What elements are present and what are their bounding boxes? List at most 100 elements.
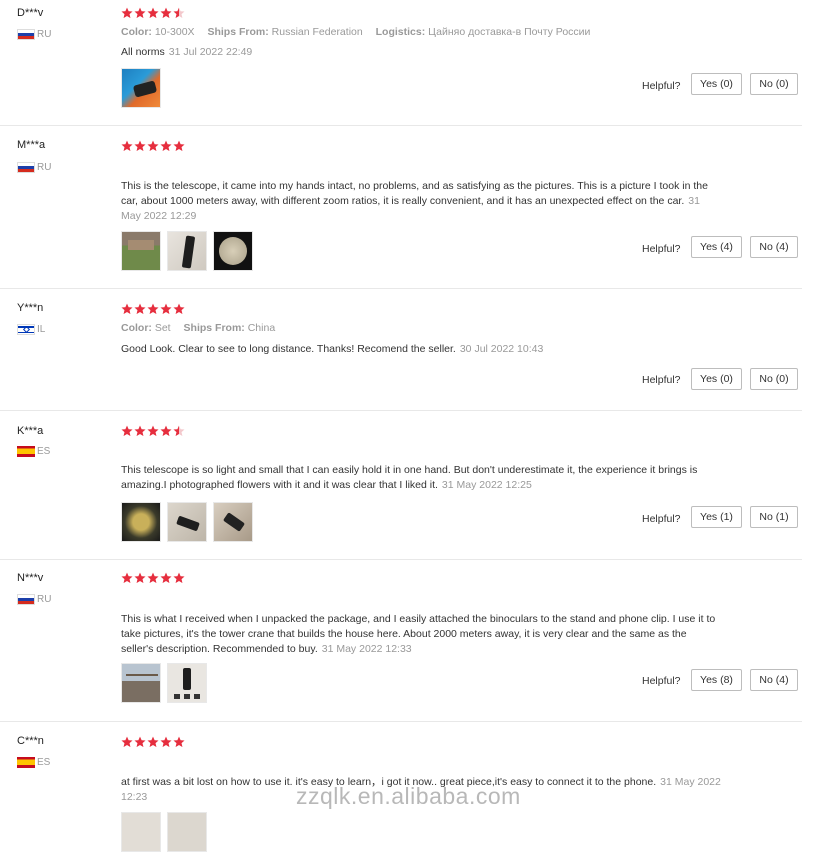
- review-item: D***v RU Color: 10-300X Ships From: Russ…: [0, 0, 802, 126]
- helpful-yes-button[interactable]: Yes (1): [691, 506, 742, 528]
- review-photo[interactable]: [121, 502, 161, 542]
- helpful-yes-button[interactable]: Yes (4): [691, 236, 742, 258]
- review-text: This is the telescope, it came into my h…: [121, 179, 721, 224]
- star-icon: [121, 572, 133, 584]
- russia-flag-icon: [17, 162, 35, 173]
- helpful-no-button[interactable]: No (4): [750, 236, 798, 258]
- country-code: RU: [37, 594, 52, 605]
- sku-info: Color: 10-300X Ships From: Russian Feder…: [121, 26, 600, 38]
- review-text: Good Look. Clear to see to long distance…: [121, 342, 721, 357]
- helpful-yes-button[interactable]: Yes (0): [691, 368, 742, 390]
- israel-flag-icon: [17, 324, 35, 335]
- review-body: All norms: [121, 46, 165, 58]
- star-icon: [134, 140, 146, 152]
- review-date: 31 May 2022 12:33: [321, 643, 412, 655]
- star-rating: [121, 303, 185, 315]
- star-icon: [160, 303, 172, 315]
- review-photo[interactable]: [167, 231, 207, 271]
- review-photo[interactable]: [121, 68, 161, 108]
- reviewer-name: K***a: [17, 425, 44, 437]
- star-icon: [173, 140, 185, 152]
- star-rating: [121, 736, 185, 748]
- meta-value: China: [247, 322, 276, 334]
- review-text: This is what I received when I unpacked …: [121, 612, 721, 657]
- star-icon: [121, 736, 133, 748]
- review-photo[interactable]: [213, 231, 253, 271]
- meta-value: Цайняо доставка-в Почту России: [428, 26, 591, 38]
- star-icon: [173, 7, 185, 19]
- helpful-label: Helpful?: [642, 374, 681, 386]
- star-icon: [147, 140, 159, 152]
- review-body: This is the telescope, it came into my h…: [121, 180, 708, 207]
- russia-flag-icon: [17, 594, 35, 605]
- spain-flag-icon: [17, 446, 35, 457]
- helpful-no-button[interactable]: No (4): [750, 669, 798, 691]
- review-item: N***v RU This is what I received when I …: [0, 559, 802, 722]
- meta-value: Russian Federation: [271, 26, 363, 38]
- review-date: 30 Jul 2022 10:43: [459, 343, 544, 355]
- reviewer-name: C***n: [17, 735, 44, 747]
- star-icon: [147, 425, 159, 437]
- star-rating: [121, 572, 185, 584]
- meta-label: Color:: [121, 322, 152, 334]
- review-date: 31 May 2022 12:25: [441, 479, 532, 491]
- meta-value: Set: [154, 322, 171, 334]
- helpful-yes-button[interactable]: Yes (0): [691, 73, 742, 95]
- helpful-no-button[interactable]: No (0): [750, 73, 798, 95]
- helpful-label: Helpful?: [642, 80, 681, 92]
- star-icon: [147, 736, 159, 748]
- helpful-yes-button[interactable]: Yes (8): [691, 669, 742, 691]
- review-photos: [121, 68, 161, 108]
- review-photo[interactable]: [167, 502, 207, 542]
- star-icon: [121, 140, 133, 152]
- reviewer-name: Y***n: [17, 302, 44, 314]
- star-icon: [147, 572, 159, 584]
- helpful-no-button[interactable]: No (0): [750, 368, 798, 390]
- star-icon: [134, 736, 146, 748]
- star-icon: [160, 7, 172, 19]
- spain-flag-icon: [17, 757, 35, 768]
- review-photo[interactable]: [121, 663, 161, 703]
- reviewer-country: ES: [17, 757, 50, 768]
- review-item: Y***n IL Color: Set Ships From: China Go…: [0, 288, 802, 411]
- review-photo[interactable]: [167, 663, 207, 703]
- star-icon: [121, 7, 133, 19]
- helpful-label: Helpful?: [642, 513, 681, 525]
- review-photos: [121, 812, 207, 852]
- review-photo[interactable]: [121, 231, 161, 271]
- star-icon: [173, 736, 185, 748]
- star-icon: [134, 7, 146, 19]
- meta-value: 10-300X: [154, 26, 195, 38]
- review-photo[interactable]: [121, 812, 161, 852]
- star-icon: [134, 303, 146, 315]
- star-icon: [134, 425, 146, 437]
- reviewer-name: D***v: [17, 7, 44, 19]
- star-icon: [173, 303, 185, 315]
- review-photos: [121, 231, 253, 271]
- reviewer-country: RU: [17, 162, 51, 173]
- country-code: ES: [37, 446, 51, 457]
- reviewer-country: RU: [17, 594, 51, 605]
- review-item: M***a RU This is the telescope, it came …: [0, 125, 802, 289]
- review-body: Good Look. Clear to see to long distance…: [121, 343, 456, 355]
- star-rating: [121, 140, 185, 152]
- star-icon: [160, 572, 172, 584]
- meta-label: Ships From:: [183, 322, 245, 334]
- star-rating: [121, 425, 185, 437]
- reviewer-name: N***v: [17, 572, 44, 584]
- russia-flag-icon: [17, 29, 35, 40]
- review-photo[interactable]: [167, 812, 207, 852]
- star-icon: [173, 572, 185, 584]
- reviewer-country: ES: [17, 446, 50, 457]
- helpful-no-button[interactable]: No (1): [750, 506, 798, 528]
- star-icon: [147, 303, 159, 315]
- review-photo[interactable]: [213, 502, 253, 542]
- star-icon: [160, 140, 172, 152]
- helpful-label: Helpful?: [642, 675, 681, 687]
- star-icon: [173, 425, 185, 437]
- country-code: RU: [37, 162, 52, 173]
- review-text: This telescope is so light and small tha…: [121, 463, 721, 493]
- country-code: ES: [37, 757, 51, 768]
- review-body: This is what I received when I unpacked …: [121, 613, 716, 655]
- review-date: 31 Jul 2022 22:49: [168, 46, 253, 58]
